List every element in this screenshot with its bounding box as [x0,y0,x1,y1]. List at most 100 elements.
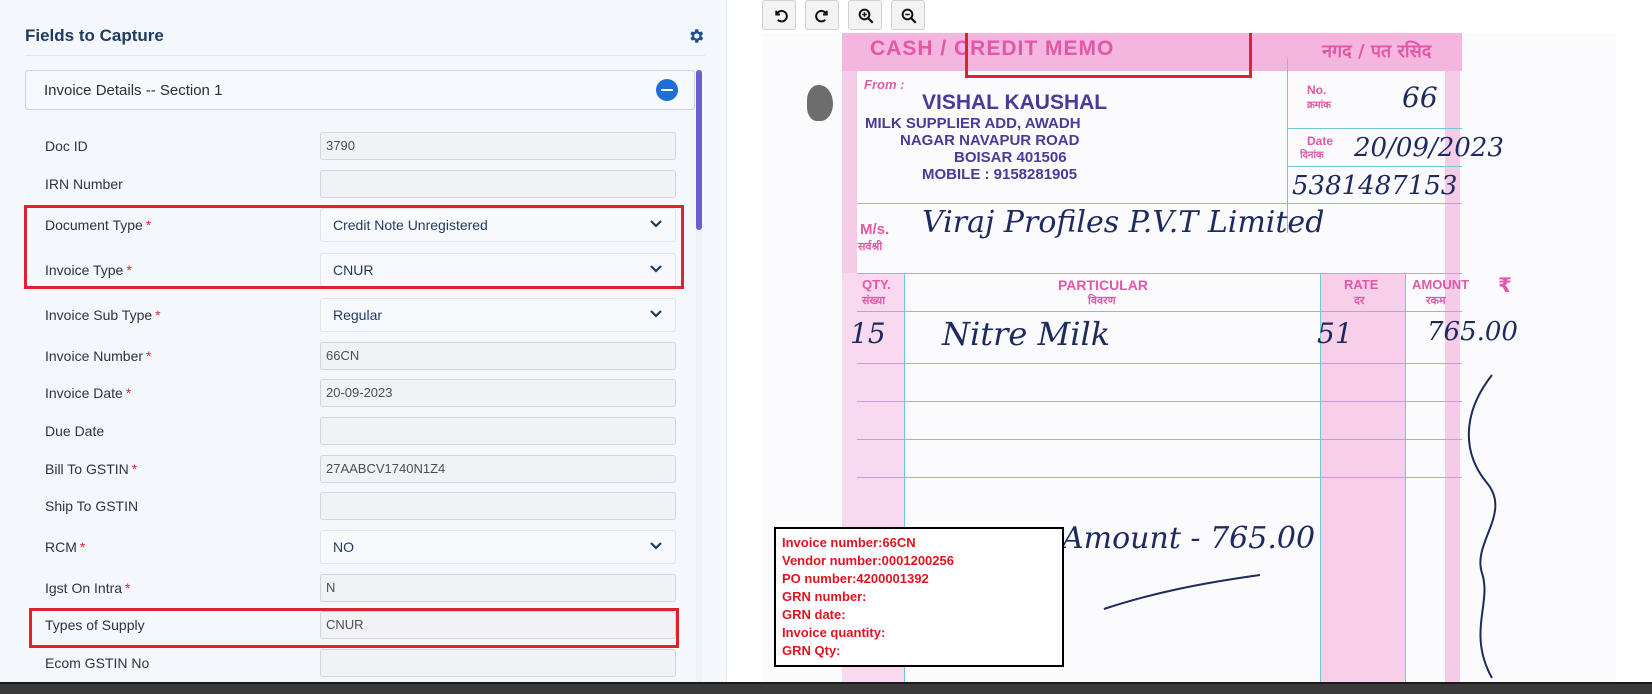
label-ecom-gstin-no: Ecom GSTIN No [45,655,150,671]
invoice-date-input[interactable]: 20-09-2023 [320,379,676,407]
zoom-out-icon [901,8,917,24]
rule [857,401,1462,402]
fields-panel: Fields to Capture Invoice Details -- Sec… [0,0,727,694]
app-root: Fields to Capture Invoice Details -- Sec… [0,0,1652,694]
label-doc-id: Doc ID [45,138,88,154]
rotate-left-button[interactable] [762,0,796,30]
total-handwritten: Amount - 765.00 [1062,521,1316,556]
col-particular: PARTICULAR [1058,277,1148,293]
chevron-down-icon [650,542,662,550]
rule [857,363,1462,364]
chevron-down-icon [650,310,662,318]
highlight-box-document-invoice-type [24,205,684,289]
rule [857,203,1462,204]
section-title: Invoice Details -- Section 1 [44,82,223,99]
signature-stroke [1103,574,1261,610]
row-item-handwritten: Nitre Milk [942,315,1111,353]
panel-title: Fields to Capture [25,26,164,45]
zoom-in-button[interactable] [848,0,882,30]
zoom-out-button[interactable] [891,0,925,30]
rotate-right-icon [815,10,828,23]
vendor-mobile: MOBILE : 9158281905 [922,166,1078,183]
vendor-address-2: NAGAR NAVAPUR ROAD [900,132,1080,149]
divider-vertical [1405,273,1406,683]
col-qty-hindi: संख्या [862,294,886,307]
label-invoice-number: Invoice Number * [45,348,152,364]
rule [857,477,1462,478]
scrollbar-thumb[interactable] [696,70,702,230]
zoom-in-icon [858,8,874,24]
col-amount-hindi: रकम [1426,294,1446,307]
no-label: No. [1307,83,1327,97]
rule [857,273,1462,274]
ms-label-hindi: सर्वश्री [858,240,883,253]
vendor-address-3: BOISAR 401506 [954,149,1067,166]
igst-on-intra-input[interactable]: N [320,574,676,602]
highlight-box-memo-heading [965,33,1252,78]
label-invoice-sub-type: Invoice Sub Type * [45,307,161,323]
date-label: Date [1307,134,1334,148]
required-marker: * [79,539,86,555]
section-header-invoice-details[interactable]: Invoice Details -- Section 1 [25,70,695,110]
memo-number-handwritten: 66 [1402,81,1438,114]
doc-id-input[interactable]: 3790 [320,132,676,160]
required-marker: * [131,461,138,477]
rupee-icon: ₹ [1498,273,1512,297]
rotate-right-button[interactable] [805,0,839,30]
scribble-line [1467,374,1497,679]
rcm-select[interactable]: NO [320,530,676,564]
required-marker: * [146,348,152,364]
row-qty-handwritten: 15 [850,317,886,350]
col-particular-hindi: विवरण [1088,294,1116,307]
stamp-invoice-quantity: Invoice quantity: [782,625,886,640]
label-ship-to-gstin: Ship To GSTIN [45,498,139,514]
col-qty: QTY. [862,277,891,292]
invoice-sub-type-select[interactable]: Regular [320,298,676,332]
collapse-minus-icon[interactable] [656,79,678,101]
stamp-grn-number: GRN number: [782,589,867,604]
rule [857,311,1462,312]
col-rate-hindi: दर [1354,294,1365,307]
highlight-box-types-of-supply [29,608,679,648]
customer-name-handwritten: Viraj Profiles P.V.T Limited [922,205,1325,240]
label-due-date: Due Date [45,423,105,439]
rule [1287,166,1462,167]
label-invoice-date: Invoice Date * [45,385,132,401]
label-irn-number: IRN Number [45,176,123,192]
label-rcm: RCM * [45,539,86,555]
row-amount-handwritten: 765.00 [1427,317,1518,347]
required-marker: * [155,307,161,323]
bottom-bar [0,682,1652,694]
grn-stamp-box: Invoice number:66CN Vendor number:000120… [774,527,1064,667]
stamp-invoice-number: Invoice number:66CN [782,535,916,550]
due-date-input[interactable] [320,417,676,445]
ecom-gstin-no-input[interactable] [320,649,676,677]
bill-to-gstin-input[interactable]: 27AABCV1740N1Z4 [320,455,676,483]
vendor-address-1: MILK SUPPLIER ADD, AWADH [865,115,1081,132]
ship-to-gstin-input[interactable] [320,492,676,520]
stamp-vendor-number: Vendor number:0001200256 [782,553,954,568]
memo-heading-hindi: नगद / पत रसिद [1322,41,1432,62]
gear-icon[interactable] [687,27,705,45]
rotate-left-icon [775,10,788,23]
from-label: From : [864,77,905,92]
stamp-grn-date: GRN date: [782,607,846,622]
required-marker: * [125,580,131,596]
no-label-hindi: क्रमांक [1307,100,1331,111]
irn-number-input[interactable] [320,170,676,198]
required-marker: * [125,385,132,401]
rule [857,439,1462,440]
rule [1287,128,1462,129]
ms-label: M/s. [860,221,890,238]
stamp-po-number: PO number:4200001392 [782,571,929,586]
reference-number-handwritten: 5381487153 [1292,171,1458,201]
label-bill-to-gstin: Bill To GSTIN * [45,461,138,477]
col-rate: RATE [1344,277,1379,292]
label-igst-on-intra: Igst On Intra * [45,580,131,596]
invoice-number-input[interactable]: 66CN [320,342,676,370]
rcm-value: NO [333,539,354,555]
stamp-grn-qty: GRN Qty: [782,643,841,658]
row-rate-handwritten: 51 [1317,317,1353,350]
date-handwritten: 20/09/2023 [1354,133,1504,163]
hole-punch-mark [807,85,833,121]
